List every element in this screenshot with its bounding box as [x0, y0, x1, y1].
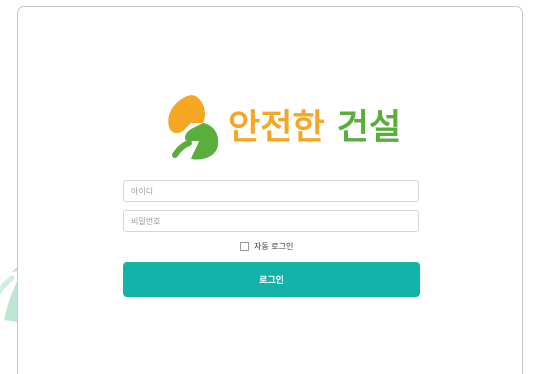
brand-name: 안전한 건설 [228, 107, 402, 148]
brand-logo: 안전한 건설 [163, 93, 401, 163]
login-button[interactable]: 로그인 [123, 262, 420, 297]
auto-login-label: 자동 로그인 [254, 241, 294, 251]
auto-login-checkbox[interactable] [240, 241, 249, 251]
brand-word-construction: 건설 [336, 107, 402, 148]
login-page: 안전한 건설 자동 로그인 로그인 [0, 0, 539, 374]
login-card: 안전한 건설 자동 로그인 로그인 [17, 6, 523, 374]
password-input[interactable] [123, 210, 419, 232]
auto-login-option[interactable]: 자동 로그인 [240, 239, 293, 253]
username-input[interactable] [123, 180, 419, 202]
bolt-logo-icon [168, 95, 219, 160]
brand-word-safe: 안전한 [228, 107, 325, 148]
